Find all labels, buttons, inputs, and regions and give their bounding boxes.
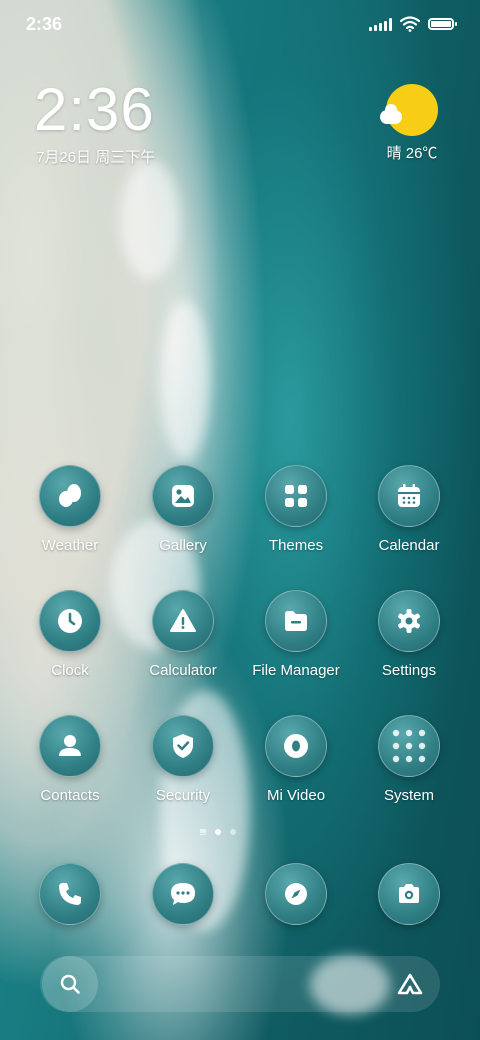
app-label: Weather (41, 537, 99, 554)
app-label: Calculator (149, 662, 217, 679)
clock-widget-time[interactable]: 2:36 (34, 80, 155, 140)
settings-icon (378, 590, 440, 652)
app-label: Mi Video (266, 787, 326, 804)
app-contacts[interactable]: Contacts (15, 715, 125, 804)
dock-phone[interactable] (15, 863, 125, 925)
dock-browser[interactable] (241, 863, 351, 925)
page-dot (230, 829, 236, 835)
contacts-icon (39, 715, 101, 777)
app-themes[interactable]: Themes (241, 465, 351, 554)
app-clock[interactable]: Clock (15, 590, 125, 679)
app-label: Settings (381, 662, 437, 679)
app-drawer-indicator (200, 829, 206, 835)
sunny-cloud-icon (380, 84, 438, 136)
wave-foam (120, 160, 180, 280)
wifi-icon (400, 16, 420, 32)
weather-text: 晴 26℃ (386, 145, 438, 162)
assistant-button[interactable] (382, 956, 438, 1012)
signal-icon (369, 17, 392, 31)
calculator-icon (152, 590, 214, 652)
app-folder-system[interactable]: System (354, 715, 464, 804)
app-label: Contacts (40, 787, 100, 804)
app-label: Calendar (378, 537, 440, 554)
search-bar[interactable] (40, 956, 440, 1012)
search-button[interactable] (42, 956, 98, 1012)
camera-icon (378, 863, 440, 925)
page-dot-active (215, 829, 221, 835)
browser-icon (265, 863, 327, 925)
app-gallery[interactable]: Gallery (128, 465, 238, 554)
themes-icon (265, 465, 327, 527)
clock-widget-date[interactable]: 7月26日 周三下午 (36, 146, 155, 167)
app-weather[interactable]: Weather (15, 465, 125, 554)
app-calendar[interactable]: Calendar (354, 465, 464, 554)
status-icons (369, 16, 457, 32)
page-indicator[interactable] (200, 829, 236, 835)
app-security[interactable]: Security (128, 715, 238, 804)
app-label: System (383, 787, 434, 804)
wave-foam (160, 300, 210, 460)
status-time: 2:36 (26, 14, 63, 34)
calendar-icon (378, 465, 440, 527)
search-icon (60, 974, 80, 994)
battery-icon (428, 18, 457, 30)
phone-icon (39, 863, 101, 925)
security-icon (152, 715, 214, 777)
dock-camera[interactable] (354, 863, 464, 925)
clock-icon (39, 590, 101, 652)
dock-messages[interactable] (128, 863, 238, 925)
app-label: Security (155, 787, 211, 804)
app-mi-video[interactable]: Mi Video (241, 715, 351, 804)
app-settings[interactable]: Settings (354, 590, 464, 679)
file-manager-icon (265, 590, 327, 652)
gallery-icon (152, 465, 214, 527)
app-label: Clock (51, 662, 89, 679)
mi-video-icon (265, 715, 327, 777)
app-label: Themes (268, 537, 324, 554)
app-calculator[interactable]: Calculator (128, 590, 238, 679)
assistant-icon (397, 973, 423, 995)
app-label: Gallery (159, 537, 207, 554)
app-label: File Manager (252, 662, 340, 679)
folder-icon (378, 715, 440, 777)
weather-icon (39, 465, 101, 527)
status-bar: 2:36 (0, 0, 480, 50)
messages-icon (152, 863, 214, 925)
app-file-manager[interactable]: File Manager (241, 590, 351, 679)
weather-widget[interactable]: 晴 26℃ (380, 84, 444, 163)
